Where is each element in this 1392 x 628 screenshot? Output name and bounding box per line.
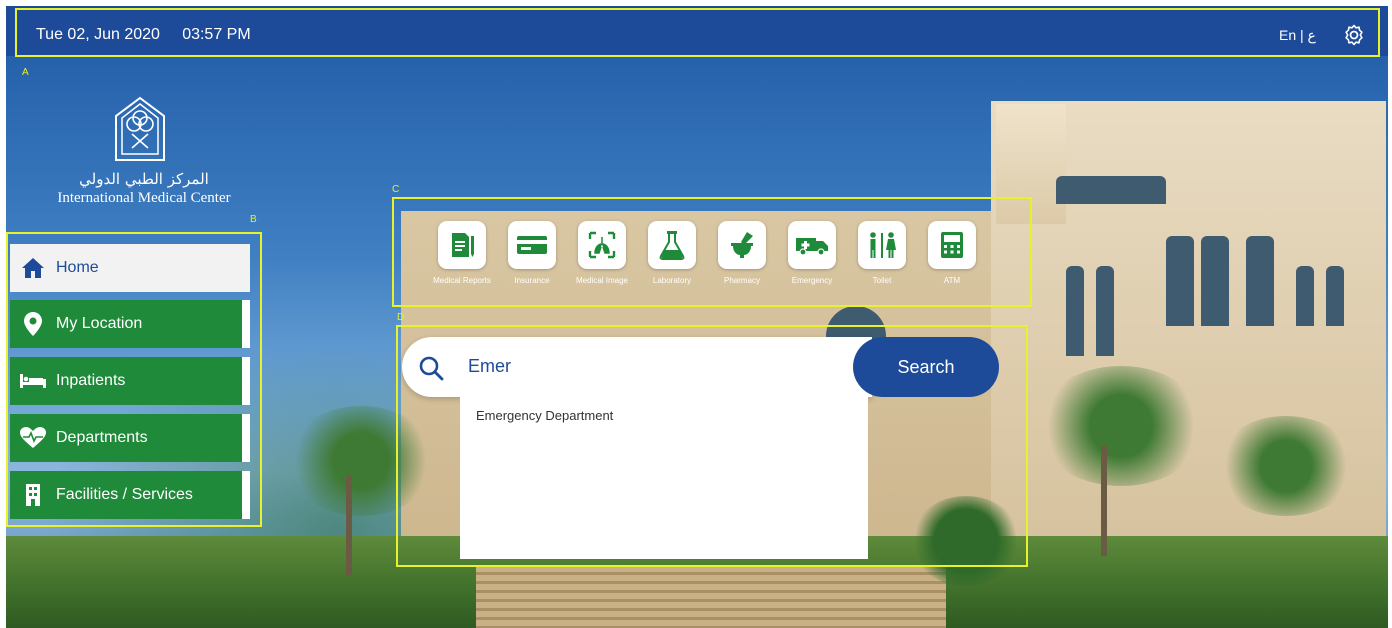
zone-a-outline <box>15 8 1380 57</box>
flask-icon <box>648 221 696 269</box>
logo-english-name: International Medical Center <box>57 190 231 206</box>
category-pharmacy[interactable]: Pharmacy <box>714 221 770 286</box>
category-atm[interactable]: ATM <box>924 221 980 286</box>
bed-icon <box>20 368 46 394</box>
category-label: Medical Image <box>575 276 629 285</box>
building-icon <box>20 482 46 508</box>
sidebar-item-label: My Location <box>56 315 143 332</box>
search-input-value: Emer <box>468 356 512 376</box>
building-window <box>1326 266 1344 326</box>
sidebar-item-home[interactable]: Home <box>10 244 250 292</box>
medical-report-icon <box>438 221 486 269</box>
sidebar-item-departments[interactable]: Departments <box>10 414 250 462</box>
search-button[interactable]: Search <box>853 337 999 397</box>
restroom-icon <box>858 221 906 269</box>
tree-emblem-icon <box>115 96 165 161</box>
medical-image-icon <box>578 221 626 269</box>
ambulance-icon <box>788 221 836 269</box>
category-label: Toilet <box>872 276 892 285</box>
category-label: Insurance <box>514 276 550 285</box>
category-emergency[interactable]: Emergency <box>784 221 840 286</box>
building-window <box>1166 236 1194 326</box>
category-medical-reports[interactable]: Medical Reports <box>433 221 491 286</box>
palm-tree <box>1036 366 1206 486</box>
building-window <box>1296 266 1314 326</box>
zone-b-label: B <box>250 214 257 225</box>
category-toilet[interactable]: Toilet <box>854 221 910 286</box>
heart-pulse-icon <box>20 425 46 451</box>
sidebar-item-edge <box>242 300 250 348</box>
category-label: Laboratory <box>652 276 692 285</box>
palm-tree <box>1216 416 1356 516</box>
category-label: ATM <box>943 276 961 285</box>
sidebar-item-label: Home <box>56 259 99 276</box>
suggestion-item[interactable]: Emergency Department <box>476 408 613 423</box>
sidebar-item-edge <box>242 414 250 462</box>
building-window <box>1066 266 1084 356</box>
category-label: Pharmacy <box>723 276 760 285</box>
entrance-stairs <box>476 566 946 628</box>
category-label: Medical Reports <box>433 276 491 285</box>
building-window <box>1201 236 1229 326</box>
hospital-logo: المركز الطبي الدولي International Medica… <box>44 96 244 214</box>
atm-icon <box>928 221 976 269</box>
zone-d-label: D <box>397 312 405 323</box>
logo-arabic-name: المركز الطبي الدولي <box>79 170 209 188</box>
location-pin-icon <box>20 311 46 337</box>
building-window <box>1056 176 1166 204</box>
sidebar-item-label: Inpatients <box>56 372 126 389</box>
sidebar-item-edge <box>242 471 250 519</box>
sidebar-item-my-location[interactable]: My Location <box>10 300 250 348</box>
category-label: Emergency <box>791 276 833 285</box>
insurance-card-icon <box>508 221 556 269</box>
building-window <box>1096 266 1114 356</box>
sidebar-item-inpatients[interactable]: Inpatients <box>10 357 250 405</box>
building-window <box>1246 236 1274 326</box>
palm-trunk <box>346 476 352 576</box>
zone-c-label: C <box>392 184 400 195</box>
zone-a-label: A <box>22 67 29 78</box>
palm-trunk <box>1101 446 1107 556</box>
category-medical-image[interactable]: Medical Image <box>574 221 630 286</box>
search-suggestions-dropdown: Emergency Department <box>460 397 868 559</box>
sidebar-item-label: Facilities / Services <box>56 486 193 503</box>
sidebar-item-label: Departments <box>56 429 148 446</box>
category-laboratory[interactable]: Laboratory <box>644 221 700 286</box>
sidebar-item-edge <box>242 357 250 405</box>
home-icon <box>20 255 46 281</box>
search-icon <box>419 356 444 381</box>
sidebar-item-facilities[interactable]: Facilities / Services <box>10 471 250 519</box>
category-insurance[interactable]: Insurance <box>504 221 560 286</box>
mortar-pestle-icon <box>718 221 766 269</box>
